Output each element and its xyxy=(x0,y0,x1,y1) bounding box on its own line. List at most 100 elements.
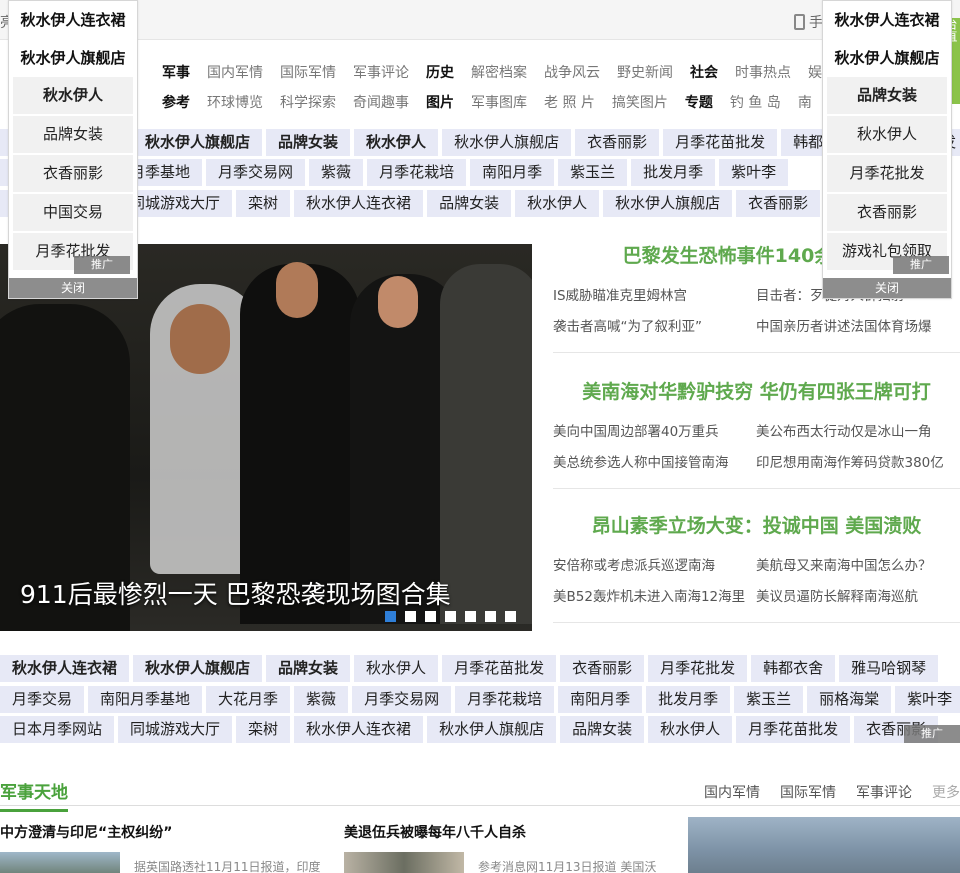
keyword-tag[interactable]: 秋水伊人旗舰店 xyxy=(442,129,572,156)
keyword-tag[interactable]: 紫叶李 xyxy=(895,686,960,713)
keyword-tag[interactable]: 南阳月季基地 xyxy=(88,686,203,713)
float-right-close-button[interactable]: 关闭 xyxy=(823,278,951,298)
float-right-head-2[interactable]: 秋水伊人旗舰店 xyxy=(823,39,951,77)
section-nav-item[interactable]: 军事评论 xyxy=(856,782,912,802)
keyword-tag[interactable]: 秋水伊人 xyxy=(648,716,733,743)
float-left-close-button[interactable]: 关闭 xyxy=(9,278,137,298)
float-link[interactable]: 衣香丽影 xyxy=(13,155,133,192)
nav-link[interactable]: 钓 鱼 岛 xyxy=(730,92,781,114)
nav-link[interactable]: 军事评论 xyxy=(353,62,409,84)
nav-link[interactable]: 军事 xyxy=(162,62,190,84)
keyword-tag[interactable]: 月季交易网 xyxy=(352,686,452,713)
slide-dot[interactable] xyxy=(425,611,436,622)
news-link[interactable]: IS威胁瞄准克里姆林宫 xyxy=(553,284,756,304)
story-title[interactable]: 美退伍兵被曝每年八千人自杀 xyxy=(344,822,684,842)
nav-link[interactable]: 战争风云 xyxy=(544,62,600,84)
keyword-tag[interactable]: 衣香丽影 xyxy=(575,129,660,156)
keyword-tag[interactable]: 月季花苗批发 xyxy=(736,716,851,743)
news-link[interactable]: 美公布西太行动仅是冰山一角 xyxy=(756,420,959,440)
float-right-head-1[interactable]: 秋水伊人连衣裙 xyxy=(823,1,951,39)
story-thumbnail[interactable] xyxy=(0,852,120,873)
nav-link[interactable]: 老 照 片 xyxy=(544,92,595,114)
section-nav-item[interactable]: 国际军情 xyxy=(780,782,836,802)
photo-slideshow[interactable]: 911后最惨烈一天 巴黎恐袭现场图合集 xyxy=(0,244,532,631)
news-link[interactable]: 印尼想用南海作筹码贷款380亿 xyxy=(756,451,959,471)
keyword-tag[interactable]: 月季交易网 xyxy=(206,159,306,186)
nav-link[interactable]: 历史 xyxy=(426,62,454,84)
nav-link[interactable]: 军事图库 xyxy=(471,92,527,114)
float-link[interactable]: 品牌女装 xyxy=(827,77,947,114)
keyword-tag[interactable]: 栾树 xyxy=(236,190,291,217)
keyword-tag[interactable]: 紫叶李 xyxy=(719,159,789,186)
slide-dot[interactable] xyxy=(405,611,416,622)
float-left-head-1[interactable]: 秋水伊人连衣裙 xyxy=(9,1,137,39)
news-link[interactable]: 美总统参选人称中国接管南海 xyxy=(553,451,756,471)
news-link[interactable]: 美议员逼防长解释南海巡航 xyxy=(756,585,959,605)
float-link[interactable]: 秋水伊人 xyxy=(13,77,133,114)
news-link[interactable]: 美向中国周边部署40万重兵 xyxy=(553,420,756,440)
float-left-head-2[interactable]: 秋水伊人旗舰店 xyxy=(9,39,137,77)
keyword-tag[interactable]: 品牌女装 xyxy=(427,190,512,217)
keyword-tag[interactable]: 月季交易 xyxy=(0,686,85,713)
keyword-tag[interactable]: 秋水伊人连衣裙 xyxy=(0,655,130,682)
slide-dot[interactable] xyxy=(385,611,396,622)
keyword-tag[interactable]: 衣香丽影 xyxy=(736,190,821,217)
nav-link[interactable]: 社会 xyxy=(690,62,718,84)
keyword-tag[interactable]: 韩都衣舍 xyxy=(751,655,836,682)
keyword-tag[interactable]: 品牌女装 xyxy=(266,655,351,682)
story-title[interactable]: 中方澄清与印尼“主权纠纷” xyxy=(0,822,330,842)
slide-caption[interactable]: 911后最惨烈一天 巴黎恐袭现场图合集 xyxy=(20,575,451,611)
keyword-tag[interactable]: 月季花苗批发 xyxy=(442,655,557,682)
nav-link[interactable]: 解密档案 xyxy=(471,62,527,84)
nav-link[interactable]: 参考 xyxy=(162,92,190,114)
keyword-tag[interactable]: 紫玉兰 xyxy=(734,686,804,713)
keyword-tag[interactable]: 南阳月季 xyxy=(470,159,555,186)
keyword-tag[interactable]: 秋水伊人连衣裙 xyxy=(294,190,424,217)
keyword-tag[interactable]: 秋水伊人旗舰店 xyxy=(133,129,263,156)
keyword-tag[interactable]: 批发月季 xyxy=(631,159,716,186)
nav-link[interactable]: 时事热点 xyxy=(735,62,791,84)
keyword-tag[interactable]: 批发月季 xyxy=(646,686,731,713)
keyword-tag[interactable]: 紫玉兰 xyxy=(558,159,628,186)
keyword-tag[interactable]: 月季花批发 xyxy=(648,655,748,682)
keyword-tag[interactable]: 大花月季 xyxy=(206,686,291,713)
news-link[interactable]: 美航母又来南海中国怎么办？ xyxy=(756,554,959,574)
news-link[interactable]: 中国亲历者讲述法国体育场爆 xyxy=(756,315,959,335)
keyword-tag[interactable]: 栾树 xyxy=(236,716,291,743)
keyword-tag[interactable]: 紫薇 xyxy=(309,159,364,186)
nav-link[interactable]: 科学探索 xyxy=(280,92,336,114)
story-thumbnail[interactable] xyxy=(344,852,464,873)
keyword-tag[interactable]: 雅马哈钢琴 xyxy=(839,655,939,682)
nav-link[interactable]: 搞笑图片 xyxy=(612,92,668,114)
news-link[interactable]: 安倍称或考虑派兵巡逻南海 xyxy=(553,554,756,574)
float-link[interactable]: 秋水伊人 xyxy=(827,116,947,153)
keyword-tag[interactable]: 月季花栽培 xyxy=(455,686,555,713)
section-more-link[interactable]: 更多 xyxy=(932,782,960,802)
news-headline-3[interactable]: 昂山素季立场大变：投诚中国 美国溃败 xyxy=(553,511,960,538)
nav-link[interactable]: 南 xyxy=(798,92,812,114)
float-link[interactable]: 品牌女装 xyxy=(13,116,133,153)
slide-dot[interactable] xyxy=(465,611,476,622)
nav-link[interactable]: 专题 xyxy=(685,92,713,114)
news-link[interactable]: 袭击者高喊“为了叙利亚” xyxy=(553,315,756,335)
nav-link[interactable]: 娱 xyxy=(808,62,822,84)
float-link[interactable]: 中国交易 xyxy=(13,194,133,231)
keyword-tag[interactable]: 丽格海棠 xyxy=(807,686,892,713)
keyword-tag[interactable]: 秋水伊人旗舰店 xyxy=(603,190,733,217)
keyword-tag[interactable]: 日本月季网站 xyxy=(0,716,115,743)
keyword-tag[interactable]: 秋水伊人旗舰店 xyxy=(427,716,557,743)
news-headline-2[interactable]: 美南海对华黔驴技穷 华仍有四张王牌可打 xyxy=(553,377,960,404)
keyword-tag[interactable]: 同城游戏大厅 xyxy=(118,716,233,743)
nav-link[interactable]: 环球博览 xyxy=(207,92,263,114)
keyword-tag[interactable]: 品牌女装 xyxy=(266,129,351,156)
nav-link[interactable]: 图片 xyxy=(426,92,454,114)
section-nav-item[interactable]: 国内军情 xyxy=(704,782,760,802)
news-link[interactable]: 美B52轰炸机未进入南海12海里 xyxy=(553,585,756,605)
mobile-link[interactable]: 手 xyxy=(794,12,823,32)
nav-link[interactable]: 奇闻趣事 xyxy=(353,92,409,114)
keyword-tag[interactable]: 秋水伊人 xyxy=(515,190,600,217)
keyword-tag[interactable]: 月季花栽培 xyxy=(367,159,467,186)
section-title[interactable]: 军事天地 xyxy=(0,778,68,812)
nav-link[interactable]: 国内军情 xyxy=(207,62,263,84)
keyword-tag[interactable]: 南阳月季 xyxy=(558,686,643,713)
